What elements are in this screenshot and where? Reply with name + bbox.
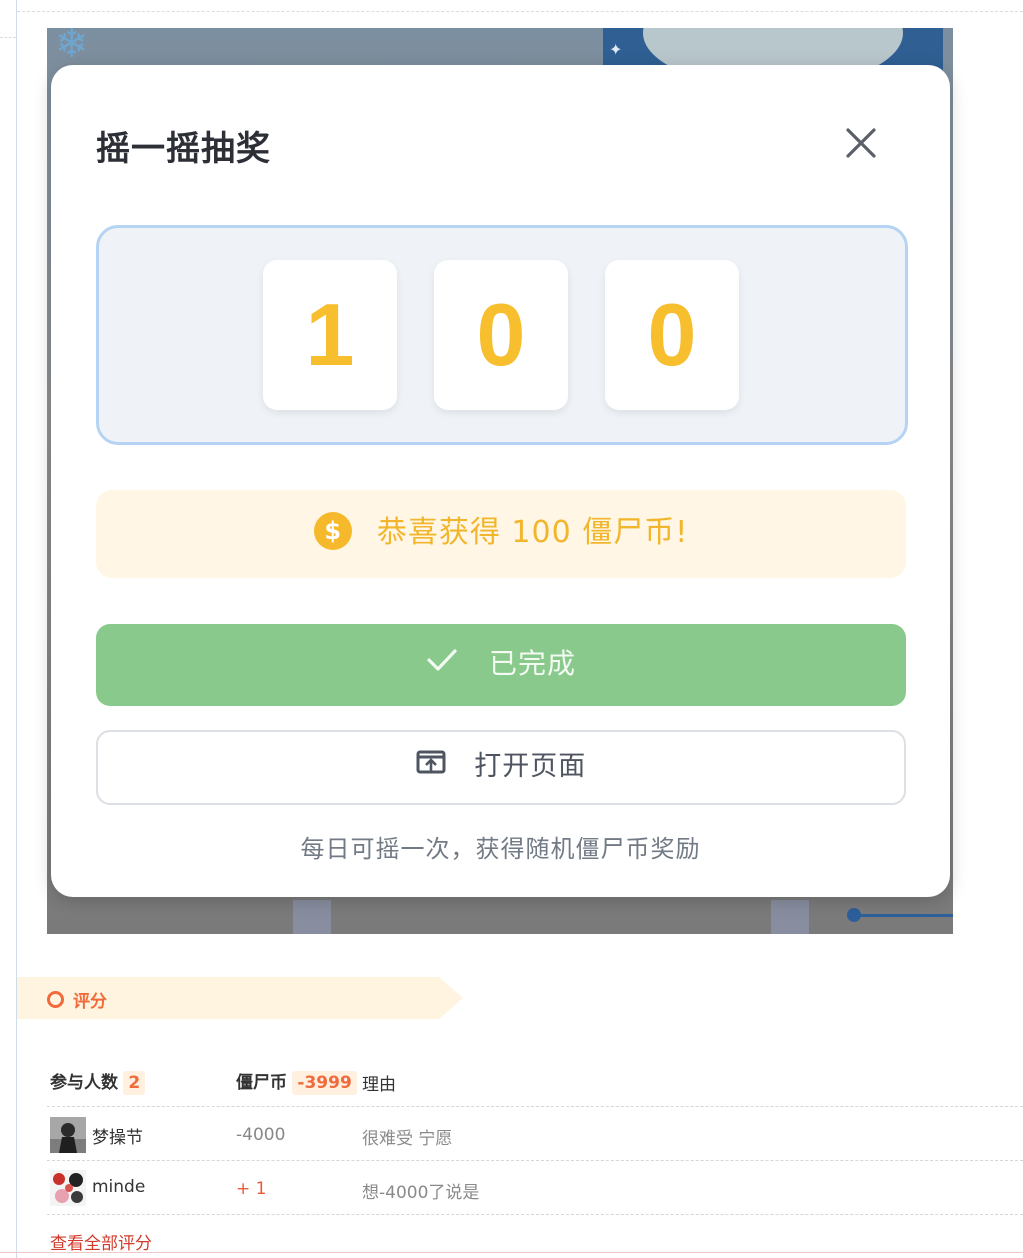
close-icon: [846, 128, 876, 158]
open-page-label: 打开页面: [474, 751, 587, 782]
slot-machine-panel: 1 0 0: [96, 225, 908, 445]
view-all-ratings-link[interactable]: 查看全部评分: [50, 1229, 152, 1254]
check-icon: [426, 622, 458, 704]
avatar[interactable]: [50, 1117, 86, 1153]
open-page-button[interactable]: 打开页面: [96, 730, 906, 805]
lottery-modal: 摇一摇抽奖 1 0 0 $ 恭喜获得 100 僵尸币! 已完成 打开页面 每日可…: [51, 65, 950, 897]
user-name[interactable]: 梦操节: [92, 1123, 143, 1148]
slot-digit: 0: [434, 260, 568, 410]
rating-reason: 很难受 宁愿: [362, 1129, 453, 1149]
row-divider: [47, 1106, 1023, 1107]
hint-text: 每日可摇一次，获得随机僵尸币奖励: [300, 835, 701, 863]
rating-title: 评分: [73, 992, 107, 1012]
reason-header: 理由: [362, 1075, 396, 1095]
coin-icon: $: [313, 511, 352, 550]
slot-digit: 1: [263, 260, 397, 410]
close-button[interactable]: [841, 123, 881, 163]
participants-label: 参与人数: [50, 1073, 118, 1093]
top-divider-left: [0, 37, 16, 38]
coin-value: + 1: [236, 1179, 267, 1199]
coin-label: 僵尸币: [236, 1073, 287, 1093]
open-page-icon: [416, 730, 446, 801]
participants-stat: 参与人数 2: [50, 1068, 146, 1095]
completed-button[interactable]: 已完成: [96, 624, 906, 706]
avatar[interactable]: [50, 1170, 86, 1206]
background-slider-line: [857, 914, 953, 917]
rating-reason: 想-4000了说是: [362, 1183, 480, 1203]
top-divider: [17, 11, 1023, 12]
prize-message-box: $ 恭喜获得 100 僵尸币!: [96, 490, 906, 578]
coin-value: -4000: [236, 1125, 286, 1145]
rating-circle-icon: [47, 991, 64, 1008]
coin-stat: 僵尸币 -3999: [236, 1068, 357, 1095]
modal-title: 摇一摇抽奖: [96, 129, 271, 169]
participants-count: 2: [123, 1071, 146, 1095]
row-divider: [47, 1214, 1023, 1215]
snowflake-icon: ❄: [55, 28, 89, 67]
prize-message: 恭喜获得 100 僵尸币!: [376, 514, 689, 550]
rating-section-header: 评分: [17, 977, 463, 1019]
bottom-border: [0, 1252, 1023, 1253]
completed-label: 已完成: [488, 647, 576, 680]
user-name[interactable]: minde: [92, 1177, 145, 1197]
coin-total: -3999: [292, 1071, 357, 1095]
left-border-line: [16, 0, 17, 1258]
row-divider: [47, 1160, 1023, 1161]
star-icon: ✦: [609, 40, 623, 59]
slot-digit: 0: [605, 260, 739, 410]
